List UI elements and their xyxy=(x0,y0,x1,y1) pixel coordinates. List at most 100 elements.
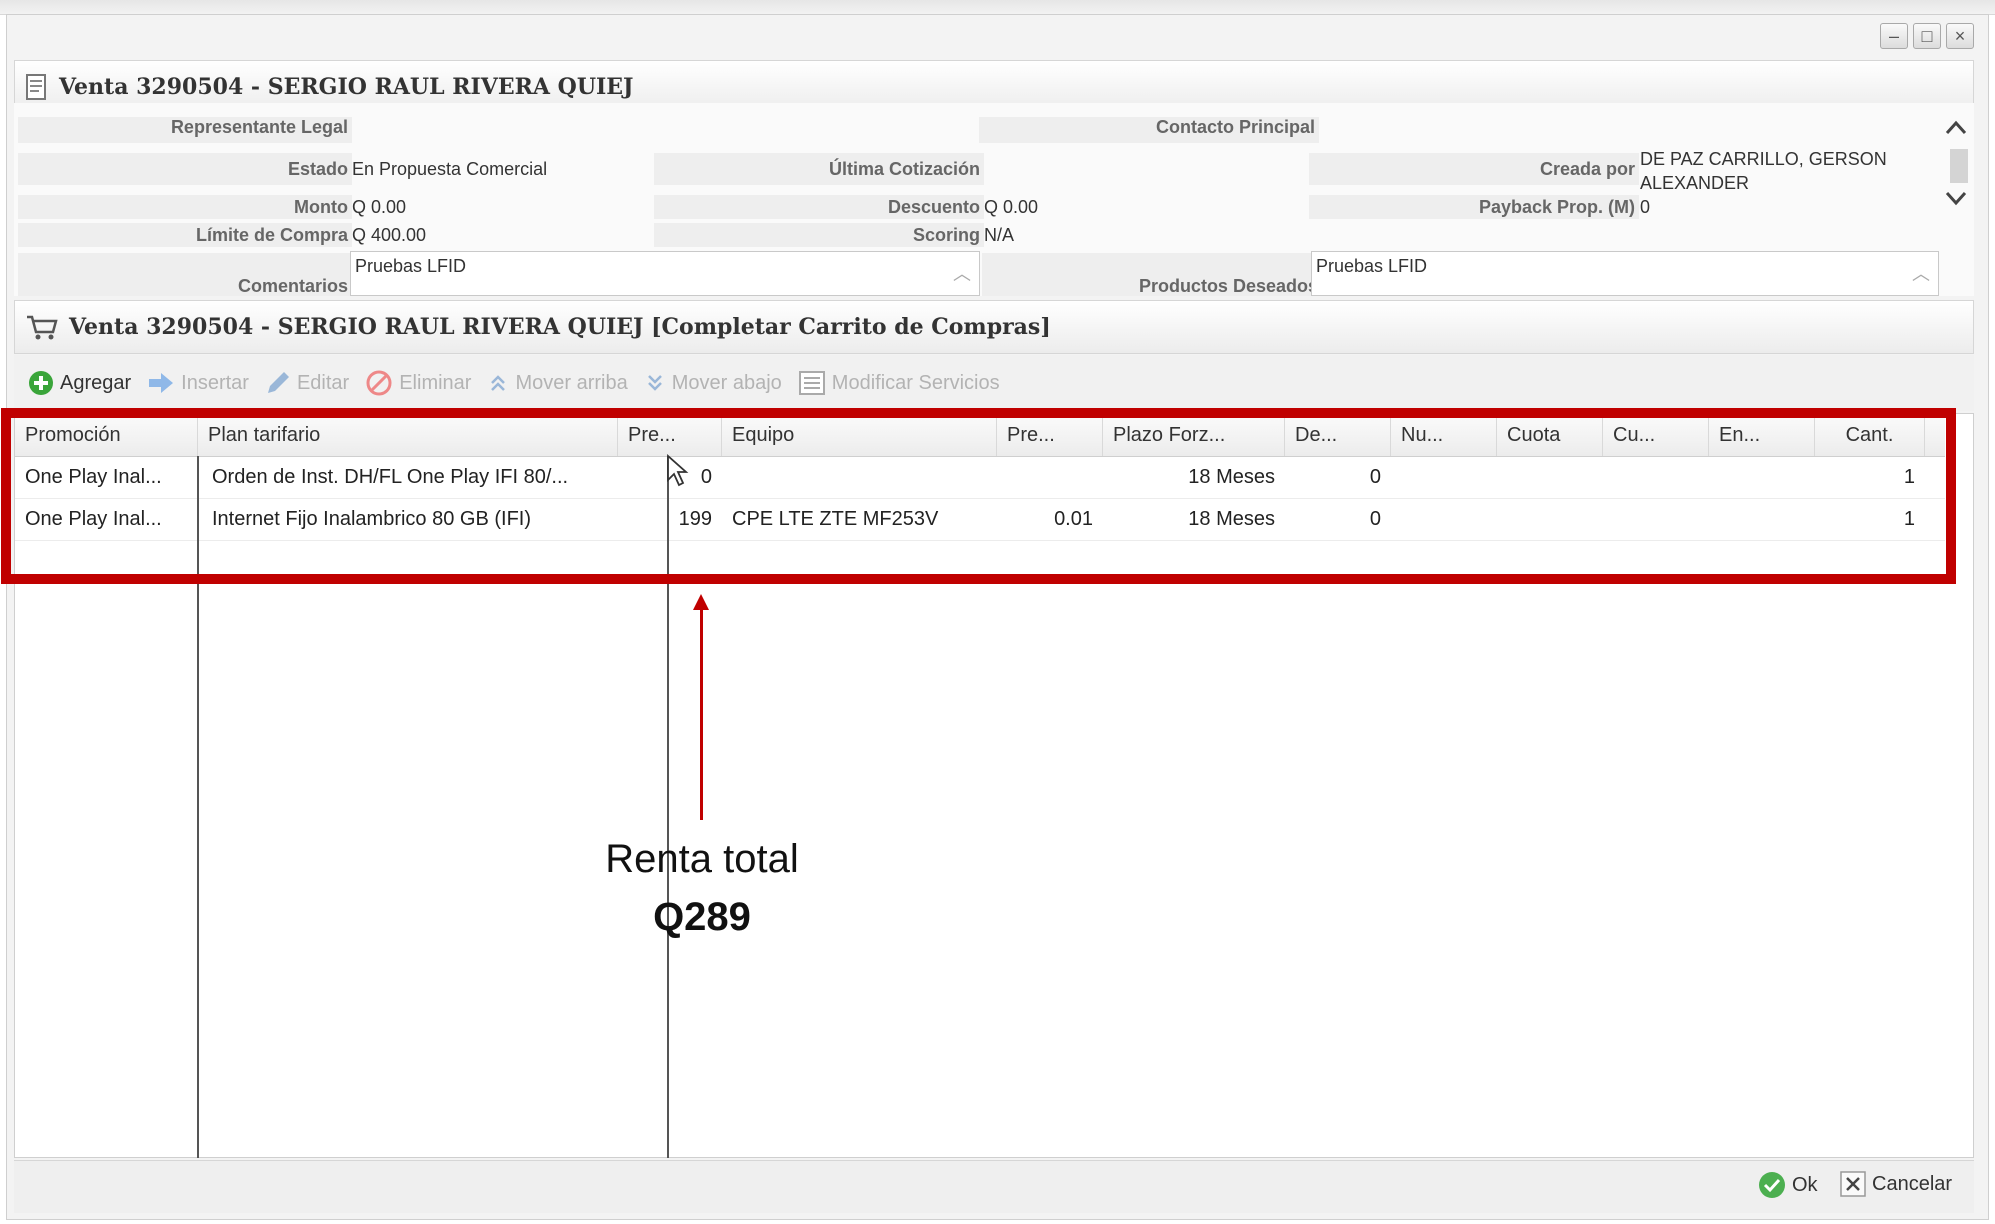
agregar-button[interactable]: Agregar xyxy=(28,370,131,396)
payback-value: 0 xyxy=(1640,197,1651,217)
mouse-pointer-icon xyxy=(666,453,690,493)
cart-panel-header: Venta 3290504 - SERGIO RAUL RIVERA QUIEJ… xyxy=(14,300,1974,354)
minimize-button[interactable]: – xyxy=(1880,23,1908,49)
column-header-enganche[interactable]: En... xyxy=(1709,414,1815,456)
comentarios-textarea[interactable]: Pruebas LFID ︿ xyxy=(350,251,980,296)
chevron-up-icon: ︿ xyxy=(953,264,971,284)
editar-label: Editar xyxy=(296,371,350,394)
modificar-servicios-button[interactable]: Modificar Servicios xyxy=(798,370,1000,396)
pencil-icon xyxy=(265,370,291,396)
column-header-plazo-forzoso[interactable]: Plazo Forz... xyxy=(1103,414,1285,456)
add-icon xyxy=(28,370,54,396)
mover-abajo-label: Mover abajo xyxy=(671,371,782,394)
cart-panel-title: Venta 3290504 - SERGIO RAUL RIVERA QUIEJ… xyxy=(69,314,1051,340)
column-divider xyxy=(667,456,669,1158)
comentarios-label: Comentarios xyxy=(18,253,352,296)
close-icon xyxy=(1840,1171,1866,1197)
cell-promocion: One Play Inal... xyxy=(25,508,162,530)
cell-plan-tarifario: Internet Fijo Inalambrico 80 GB (IFI) xyxy=(212,508,532,530)
column-header-cuota[interactable]: Cuota xyxy=(1497,414,1603,456)
eliminar-label: Eliminar xyxy=(399,371,472,394)
document-icon xyxy=(25,73,49,101)
creada-por-label: Creada por xyxy=(1309,153,1639,185)
limite-compra-value: Q 400.00 xyxy=(352,225,427,245)
cart-items-grid: Promoción Plan tarifario Pre... Equipo P… xyxy=(14,413,1974,1158)
estado-label: Estado xyxy=(18,153,352,185)
representante-legal-label: Representante Legal xyxy=(18,117,352,143)
background-app-strip xyxy=(0,0,1995,15)
column-header-precio-equipo[interactable]: Pre... xyxy=(997,414,1103,456)
grid-header: Promoción Plan tarifario Pre... Equipo P… xyxy=(15,414,1945,457)
double-chevron-down-icon xyxy=(644,372,666,394)
productos-deseados-text: Pruebas LFID xyxy=(1316,256,1428,276)
cell-cantidad: 1 xyxy=(1903,508,1915,530)
cell-promocion: One Play Inal... xyxy=(25,466,162,488)
eliminar-button[interactable]: Eliminar xyxy=(365,369,471,397)
descuento-value: Q 0.00 xyxy=(984,197,1039,217)
scoring-label: Scoring xyxy=(654,223,984,247)
column-header-equipo[interactable]: Equipo xyxy=(722,414,997,456)
cell-equipo: CPE LTE ZTE MF253V xyxy=(732,508,939,530)
column-header-cuota-2[interactable]: Cu... xyxy=(1603,414,1709,456)
scroll-up-icon xyxy=(1945,120,1967,135)
comentarios-text: Pruebas LFID xyxy=(355,256,467,276)
limite-compra-label: Límite de Compra xyxy=(18,223,352,247)
maximize-button[interactable]: □ xyxy=(1913,23,1941,49)
cell-descuento: 0 xyxy=(1369,508,1381,530)
cell-cantidad: 1 xyxy=(1903,466,1915,488)
agregar-label: Agregar xyxy=(60,371,132,394)
estado-value: En Propuesta Comercial xyxy=(352,159,548,179)
column-header-descuento[interactable]: De... xyxy=(1285,414,1391,456)
cell-cuota xyxy=(1497,498,1603,540)
cell-precio: 199 xyxy=(678,508,712,530)
mover-arriba-label: Mover arriba xyxy=(515,371,628,394)
cell-enganche xyxy=(1709,456,1815,498)
annotation-text: Renta total Q289 xyxy=(552,830,852,946)
cell-precio-equipo: 0.01 xyxy=(1054,508,1093,530)
annotation-arrow xyxy=(700,606,703,820)
list-sheet-icon xyxy=(798,370,826,396)
scroll-down-icon xyxy=(1945,191,1967,206)
cell-plan-tarifario: Orden de Inst. DH/FL One Play IFI 80/... xyxy=(212,466,569,488)
column-header-precio[interactable]: Pre... xyxy=(618,414,722,456)
cell-enganche xyxy=(1709,498,1815,540)
form-scrollbar[interactable] xyxy=(1938,103,1974,296)
column-header-promocion[interactable]: Promoción xyxy=(15,414,198,456)
cart-toolbar: Agregar Insertar Editar Eliminar Mover a… xyxy=(14,355,1974,411)
creada-por-value: DE PAZ CARRILLO, GERSON ALEXANDER xyxy=(1640,149,1887,193)
sale-panel-title: Venta 3290504 - SERGIO RAUL RIVERA QUIEJ xyxy=(59,74,634,100)
modificar-servicios-label: Modificar Servicios xyxy=(831,371,1000,394)
close-button[interactable]: × xyxy=(1946,23,1974,49)
column-header-numero[interactable]: Nu... xyxy=(1391,414,1497,456)
mover-abajo-button[interactable]: Mover abajo xyxy=(644,372,782,395)
window-controls: – □ × xyxy=(1880,23,1974,49)
cell-numero xyxy=(1391,456,1497,498)
ok-button[interactable]: Ok xyxy=(1758,1171,1818,1199)
editar-button[interactable]: Editar xyxy=(265,370,349,396)
dialog-footer: Ok Cancelar xyxy=(14,1160,1974,1213)
cell-cuota xyxy=(1497,456,1603,498)
cell-numero xyxy=(1391,498,1497,540)
table-row[interactable]: One Play Inal... Internet Fijo Inalambri… xyxy=(15,498,1945,541)
contacto-principal-label: Contacto Principal xyxy=(979,117,1319,143)
ok-label: Ok xyxy=(1792,1173,1818,1196)
productos-deseados-textarea[interactable]: Pruebas LFID ︿ xyxy=(1311,251,1939,296)
cancelar-button[interactable]: Cancelar xyxy=(1840,1171,1952,1197)
ultima-cotizacion-label: Última Cotización xyxy=(654,153,984,185)
scoring-value: N/A xyxy=(984,225,1015,245)
cell-precio-equipo xyxy=(997,456,1103,498)
table-row[interactable]: One Play Inal... Orden de Inst. DH/FL On… xyxy=(15,456,1945,499)
productos-deseados-label: Productos Deseados xyxy=(982,253,1322,296)
monto-label: Monto xyxy=(18,195,352,219)
cell-cuota-2 xyxy=(1603,498,1709,540)
annotation-line1: Renta total xyxy=(605,837,799,881)
mover-arriba-button[interactable]: Mover arriba xyxy=(487,371,628,395)
cell-plazo-forzoso: 18 Meses xyxy=(1188,466,1275,488)
chevron-up-icon: ︿ xyxy=(1912,264,1930,284)
check-circle-icon xyxy=(1758,1171,1786,1199)
forbidden-icon xyxy=(365,369,393,397)
column-header-cantidad[interactable]: Cant. xyxy=(1815,414,1925,456)
insertar-button[interactable]: Insertar xyxy=(147,371,249,395)
sale-details-form: Representante Legal Contacto Principal E… xyxy=(14,103,1974,296)
column-header-plan-tarifario[interactable]: Plan tarifario xyxy=(198,414,618,456)
